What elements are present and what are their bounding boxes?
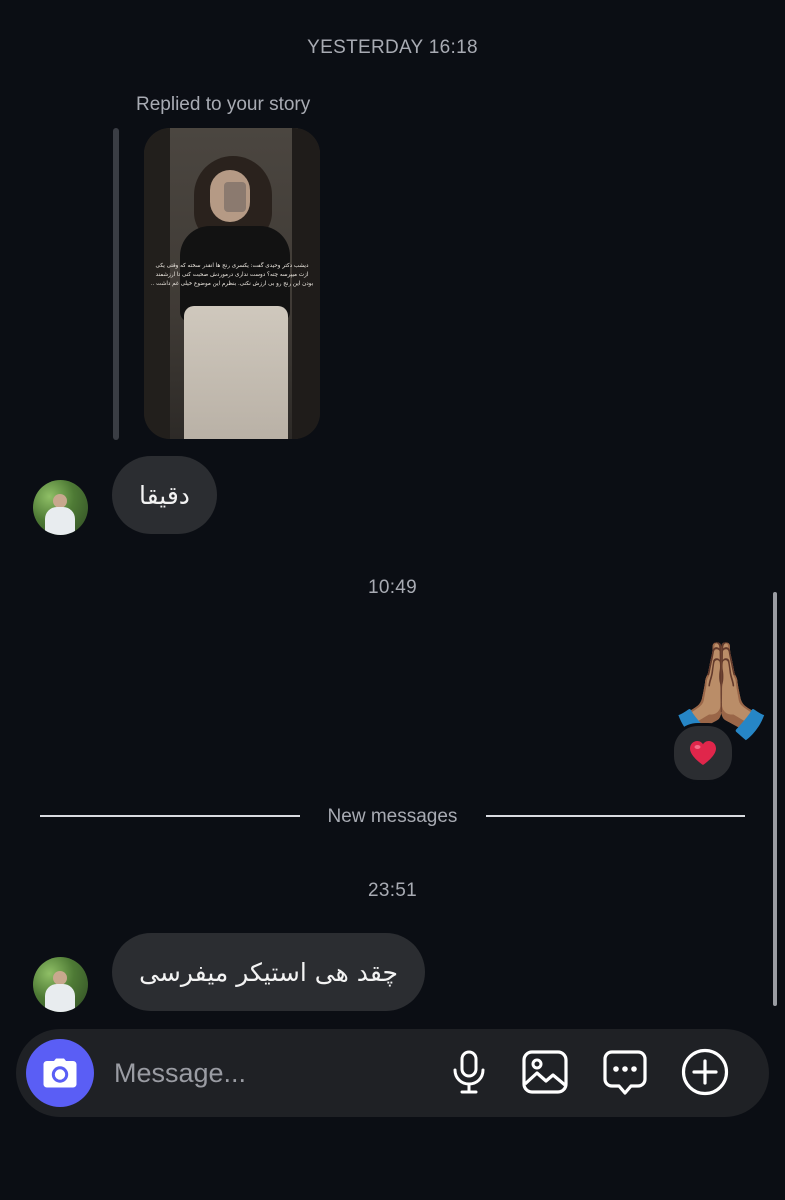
heart-icon xyxy=(690,741,716,765)
microphone-button[interactable] xyxy=(445,1048,493,1096)
story-phone xyxy=(224,182,246,212)
camera-icon xyxy=(43,1058,77,1088)
message-input[interactable] xyxy=(112,1050,416,1096)
new-messages-label: New messages xyxy=(327,806,458,827)
story-reply-label: Replied to your story xyxy=(136,94,311,115)
avatar[interactable] xyxy=(33,957,88,1012)
avatar[interactable] xyxy=(33,480,88,535)
plus-icon xyxy=(681,1048,729,1096)
received-message-bubble[interactable]: چقد هی استیکر میفرسی xyxy=(112,933,425,1011)
received-message-bubble[interactable]: دقیقا xyxy=(112,456,217,534)
camera-button[interactable] xyxy=(26,1039,94,1107)
divider-right xyxy=(486,815,745,817)
timestamp-yesterday: YESTERDAY 16:18 xyxy=(307,37,478,58)
scrollbar[interactable] xyxy=(773,592,777,1006)
timestamp: 23:51 xyxy=(367,880,418,901)
add-button[interactable] xyxy=(681,1048,729,1096)
microphone-icon xyxy=(453,1050,485,1094)
message-text: دقیقا xyxy=(139,480,190,510)
sticker-button[interactable] xyxy=(601,1048,649,1096)
story-caption: دیشب دکتر وحیدی گفت: یکسری رنج ها انقدر … xyxy=(150,263,314,287)
reaction-badge[interactable] xyxy=(671,723,735,783)
story-thumbnail[interactable]: دیشب دکتر وحیدی گفت: یکسری رنج ها انقدر … xyxy=(144,128,320,439)
message-text: چقد هی استیکر میفرسی xyxy=(139,957,398,987)
gallery-button[interactable] xyxy=(521,1048,569,1096)
sticker-icon xyxy=(603,1050,647,1095)
story-person-skirt xyxy=(184,306,288,439)
timestamp: 10:49 xyxy=(367,577,418,598)
gallery-icon xyxy=(522,1050,568,1094)
reply-indicator-bar xyxy=(113,128,119,440)
